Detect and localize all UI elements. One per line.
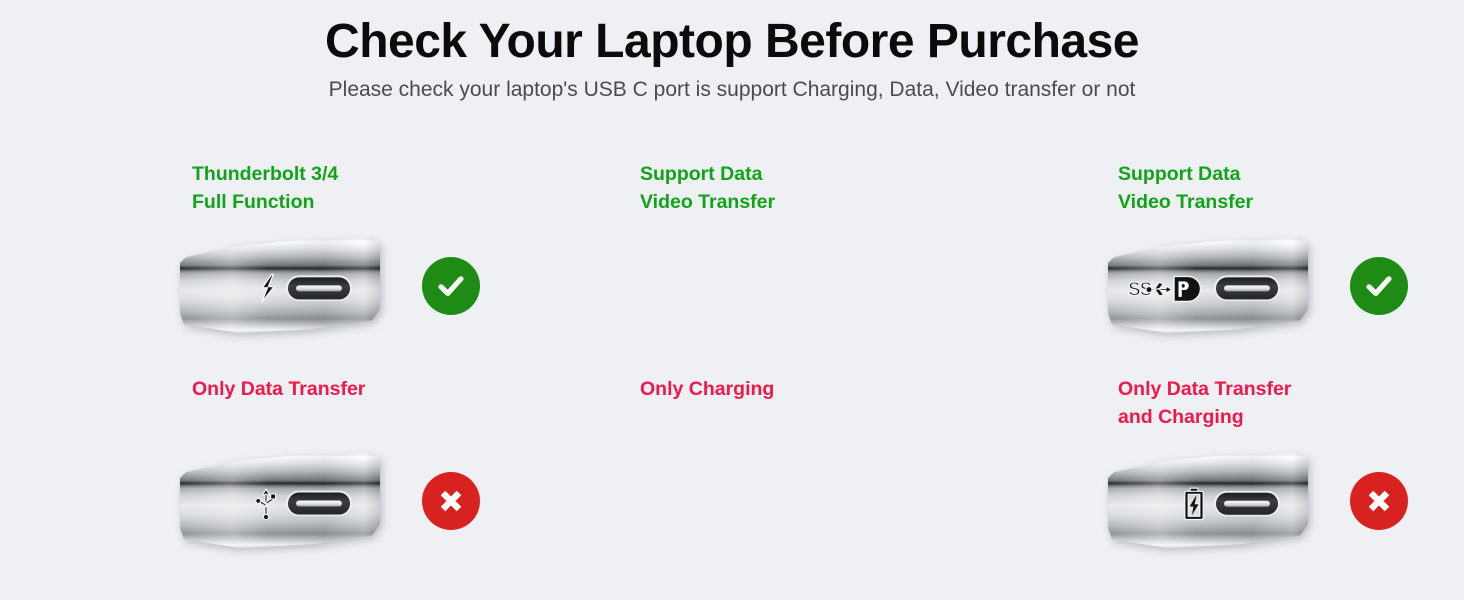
usb-c-tongue [296,500,342,507]
port-card-data-and-charging: Only Data Transfer and Charging SS [976,375,1464,590]
page-title: Check Your Laptop Before Purchase [325,15,1139,68]
port-row [192,273,372,304]
thunderbolt-bolt-icon [258,273,278,304]
card-label: Support Data Video Transfer [1118,163,1254,214]
usb-c-tongue [296,285,342,292]
card-label: Thunderbolt 3/4 Full Function [192,163,339,214]
port-compatibility-grid: Thunderbolt 3/4 Full Function Support Da… [0,160,1464,590]
card-label: Only Data Transfer [192,378,366,400]
port-row [192,488,372,520]
port-card-superspeed-displayport: Support Data Video Transfer SS [488,160,1408,375]
status-badge-unsupported [422,472,480,530]
card-label: Only Charging [640,378,775,400]
cross-circle-icon [440,490,462,512]
card-body [180,238,480,334]
port-card-charging-only: Only Charging [488,375,1408,590]
card-label: Support Data Video Transfer [640,163,776,214]
port-card-thunderbolt: Thunderbolt 3/4 Full Function [0,160,488,375]
laptop-edge-illustration [180,238,380,334]
usb-trident-icon [254,488,278,520]
usb-c-port-icon [288,492,350,515]
port-card-displayport: Support Data Video Transfer [976,160,1464,375]
card-label: Only Data Transfer and Charging [1118,378,1292,429]
page-header: Check Your Laptop Before Purchase Please… [0,0,1464,102]
status-badge-supported [422,257,480,315]
laptop-edge-illustration [180,453,380,549]
port-card-data-only: Only Data Transfer [0,375,488,590]
card-body [180,453,480,549]
check-circle-icon [438,276,464,296]
page-subtitle: Please check your laptop's USB C port is… [328,78,1136,102]
usb-c-port-icon [288,277,350,300]
